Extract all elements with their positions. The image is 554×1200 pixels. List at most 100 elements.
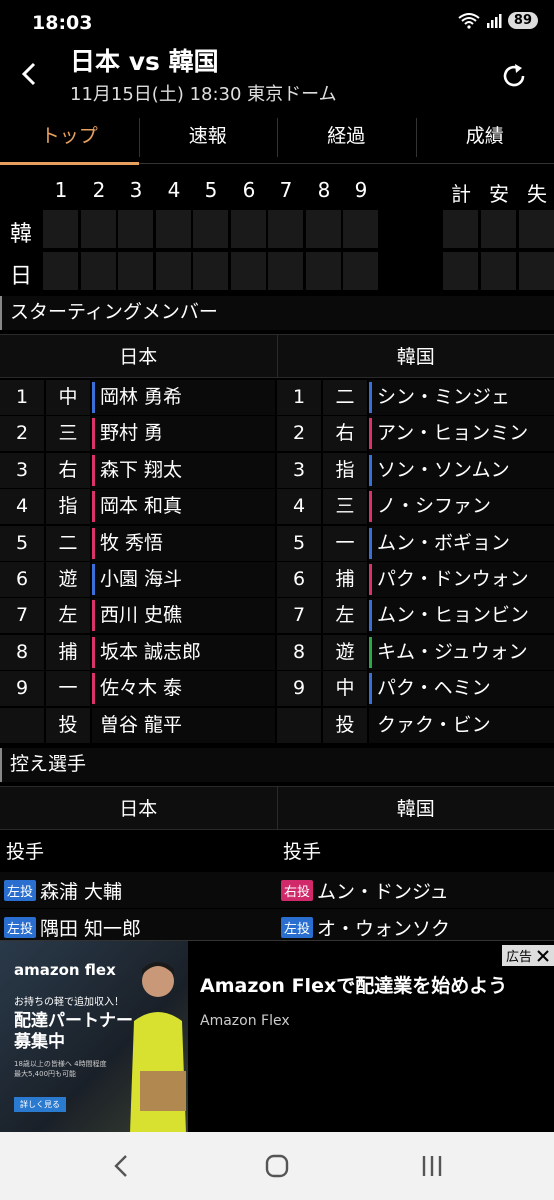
nav-recents-icon[interactable] xyxy=(418,1152,446,1180)
ad-banner[interactable]: amazon flex お持ちの軽で追加収入！ 配達パートナー募集中 18歳以上… xyxy=(0,940,554,1133)
inning-header-6: 6 xyxy=(242,178,256,202)
position-left: 遊 xyxy=(46,562,90,597)
player-name-left[interactable]: 牧 秀悟 xyxy=(92,525,275,561)
bench-role-left: 投手 xyxy=(6,841,45,863)
player-name-left[interactable]: 佐々木 泰 xyxy=(92,671,275,707)
battery-icon: 89 xyxy=(507,12,538,29)
score-cell xyxy=(306,210,341,248)
bench-row: 左投 森浦 大輔 右投 ムン・ドンジュ xyxy=(0,872,554,908)
score-cell xyxy=(81,252,116,290)
inning-header-5: 5 xyxy=(204,178,218,202)
position-left: 二 xyxy=(46,525,90,561)
lineup-row: 5二牧 秀悟 5 一ムン・ボギョン xyxy=(0,525,554,562)
lineup-row: 6 遊小園 海斗 6 捕パク・ドンウォン xyxy=(0,562,554,598)
nav-back-icon[interactable] xyxy=(108,1152,136,1180)
position-left: 一 xyxy=(46,671,90,707)
inning-header-4: 4 xyxy=(167,178,181,202)
bench-player-name: 森浦 大輔 xyxy=(40,880,123,903)
batting-order-left xyxy=(0,707,44,743)
score-cell xyxy=(268,252,303,290)
batting-order-right: 2 xyxy=(277,416,321,452)
batting-order-left: 3 xyxy=(0,452,44,488)
tab-top[interactable]: トップ xyxy=(0,112,139,165)
batting-order-right: 7 xyxy=(277,598,321,634)
starting-team-headers: 日本 韓国 xyxy=(0,334,554,378)
score-cell xyxy=(343,252,378,290)
player-name-right[interactable]: パク・ヘミン xyxy=(369,671,554,707)
player-name-right[interactable]: パク・ドンウォン xyxy=(369,562,554,597)
delivery-person-illustration xyxy=(130,962,186,1133)
bench-player-left[interactable]: 左投 森浦 大輔 xyxy=(0,872,277,908)
lineup-row: 1 中岡林 勇希 1 二シン・ミンジェ xyxy=(0,380,554,416)
throw-hand-badge: 左投 xyxy=(4,916,37,938)
position-right: 右 xyxy=(323,416,367,452)
ad-label-text: 広告 xyxy=(505,950,532,965)
score-cell xyxy=(43,210,78,248)
player-name-left[interactable]: 坂本 誠志郎 xyxy=(92,634,275,670)
bench-team-right: 韓国 xyxy=(276,787,554,829)
status-icons: 89 xyxy=(458,12,538,29)
back-arrow-icon[interactable] xyxy=(16,60,44,88)
score-cell xyxy=(193,252,228,290)
player-name-right[interactable]: ムン・ヒョンビン xyxy=(369,598,554,634)
header: 日本 vs 韓国 11月15日(土) 18:30 東京ドーム xyxy=(0,40,554,110)
throw-hand-badge: 左投 xyxy=(4,879,37,901)
total-header-2: 失 xyxy=(527,182,547,206)
player-name-right[interactable]: ノ・シファン xyxy=(369,489,554,525)
close-icon[interactable] xyxy=(536,949,550,963)
scoreboard: 123456789 計安失韓日 xyxy=(0,168,554,292)
batting-order-right: 9 xyxy=(277,671,321,707)
score-cell xyxy=(231,210,266,248)
team-header-left: 日本 xyxy=(119,346,158,368)
player-name-right[interactable]: シン・ミンジェ xyxy=(369,380,554,415)
status-bar: 18:03 89 xyxy=(0,0,554,44)
batting-order-left: 5 xyxy=(0,525,44,561)
tab-progress[interactable]: 経過 xyxy=(277,112,416,163)
score-cell xyxy=(481,210,516,248)
player-name-left[interactable]: 野村 勇 xyxy=(92,416,275,452)
player-name-right[interactable]: ソン・ソンムン xyxy=(369,452,554,488)
score-cell xyxy=(443,252,478,290)
inning-header-8: 8 xyxy=(317,178,331,202)
scoreboard-team-1: 日 xyxy=(10,264,33,289)
status-time: 18:03 xyxy=(32,12,93,34)
player-name-left[interactable]: 森下 翔太 xyxy=(92,452,275,488)
tab-live[interactable]: 速報 xyxy=(138,112,278,163)
ad-label[interactable]: 広告 xyxy=(501,945,554,966)
player-name-left[interactable]: 曽谷 龍平 xyxy=(92,707,275,743)
player-name-right[interactable]: ムン・ボギョン xyxy=(369,525,554,561)
score-cell xyxy=(118,210,153,248)
position-left: 左 xyxy=(46,598,90,634)
nav-home-icon[interactable] xyxy=(263,1152,291,1180)
score-cell xyxy=(231,252,266,290)
inning-header-2: 2 xyxy=(92,178,106,202)
bench-player-name: オ・ウォンソク xyxy=(317,917,451,940)
tab-stats[interactable]: 成績 xyxy=(415,112,554,163)
game-info: 11月15日(土) 18:30 東京ドーム xyxy=(70,84,337,105)
lineup-row: 投曽谷 龍平投クァク・ビン xyxy=(0,707,554,744)
batting-order-left: 2 xyxy=(0,416,44,452)
player-name-left[interactable]: 岡本 和真 xyxy=(92,489,275,525)
ad-image-headline: 配達パートナー募集中 xyxy=(14,1011,133,1052)
batting-order-right: 8 xyxy=(277,634,321,670)
player-name-left[interactable]: 岡林 勇希 xyxy=(92,380,275,415)
refresh-icon[interactable] xyxy=(500,62,528,90)
bench-title: 控え選手 xyxy=(0,748,554,782)
player-name-right[interactable]: キム・ジュウォン xyxy=(369,634,554,670)
bench-player-right[interactable]: 右投 ムン・ドンジュ xyxy=(277,872,554,908)
player-name-left[interactable]: 小園 海斗 xyxy=(92,562,275,597)
score-cell xyxy=(481,252,516,290)
player-name-right[interactable]: アン・ヒョンミン xyxy=(369,416,554,452)
score-cell xyxy=(519,210,554,248)
batting-order-right: 4 xyxy=(277,489,321,525)
inning-header-1: 1 xyxy=(54,178,68,202)
bench-team-headers: 日本 韓国 xyxy=(0,786,554,830)
position-left: 指 xyxy=(46,489,90,525)
wifi-icon xyxy=(458,12,480,29)
position-right: 左 xyxy=(323,598,367,634)
batting-order-right xyxy=(277,707,321,743)
player-name-right[interactable]: クァク・ビン xyxy=(369,707,554,743)
player-name-left[interactable]: 西川 史礁 xyxy=(92,598,275,634)
batting-order-left: 1 xyxy=(0,380,44,415)
position-right: 遊 xyxy=(323,634,367,670)
